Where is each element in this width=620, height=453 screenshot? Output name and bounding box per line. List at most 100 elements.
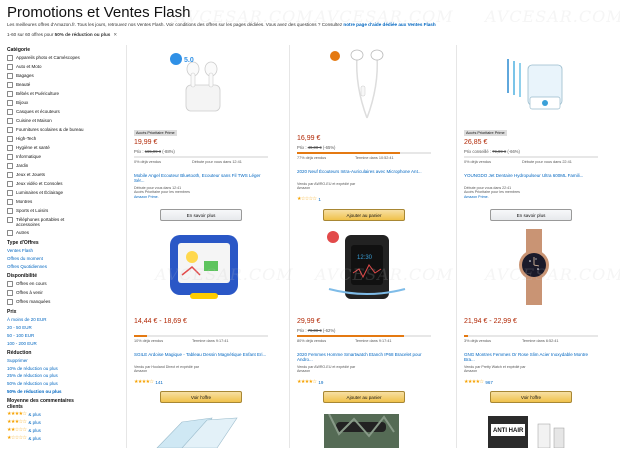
- deal-action-button[interactable]: Voir l'offre: [160, 391, 242, 403]
- category-filter[interactable]: Luminaires et Éclairage: [7, 190, 87, 197]
- page-subtitle: Les meilleures offres d'Amazon.fr. Tous …: [7, 22, 436, 27]
- checkbox-icon[interactable]: [7, 154, 13, 161]
- rating-filter[interactable]: ★★☆☆☆ & plus: [7, 427, 87, 433]
- checkbox-icon[interactable]: [7, 118, 13, 125]
- availability-filter[interactable]: Offres à venir: [7, 290, 87, 297]
- category-filter[interactable]: Hygiène et santé: [7, 145, 87, 152]
- checkbox-icon[interactable]: [7, 127, 13, 134]
- star-rating-icon: ★★★★☆: [464, 379, 484, 385]
- category-filter[interactable]: Bijoux: [7, 100, 87, 107]
- category-filter[interactable]: High-Tech: [7, 136, 87, 143]
- star-rating-icon: ★★★★☆: [134, 379, 154, 385]
- checkbox-icon[interactable]: [7, 82, 13, 89]
- product-title-link[interactable]: 2020 Neuf Écouteurs Intra-Auriculaires a…: [297, 169, 431, 174]
- category-filter[interactable]: Jeux vidéo et Consoles: [7, 181, 87, 188]
- rating-filter[interactable]: ★☆☆☆☆ & plus: [7, 435, 87, 441]
- product-rating[interactable]: ★★★★☆ 19: [297, 379, 323, 385]
- help-link[interactable]: notre page d'aide dédiée aux Ventes Flas…: [343, 22, 435, 27]
- product-rating[interactable]: ★☆☆☆☆ 1: [297, 196, 321, 202]
- product-title-link[interactable]: SGILE Ardoise Magique - Tableau Dessin M…: [134, 352, 268, 357]
- checkbox-icon[interactable]: [7, 109, 13, 116]
- product-title-link[interactable]: YOUNGDO Jet Dentaire Hydropulseur Ultra …: [464, 173, 598, 178]
- product-image-row3-3[interactable]: ANTI HAIR: [476, 414, 576, 449]
- category-filter[interactable]: Appareils photo et Caméscopes: [7, 55, 87, 62]
- checkbox-icon[interactable]: [7, 199, 13, 206]
- product-image[interactable]: [464, 45, 604, 123]
- checkbox-icon[interactable]: [7, 299, 13, 306]
- checkbox-icon[interactable]: [7, 91, 13, 98]
- product-image[interactable]: [134, 228, 274, 306]
- category-filter[interactable]: Jardin: [7, 162, 87, 170]
- checkbox-icon[interactable]: [7, 100, 13, 107]
- price-link[interactable]: 100 - 200 EUR: [7, 341, 87, 346]
- offer-type-link[interactable]: Offres Quotidiennes: [7, 264, 87, 269]
- reduction-link[interactable]: 10% de réduction ou plus: [7, 366, 87, 371]
- availability-header: Disponibilité: [7, 272, 37, 279]
- category-filter[interactable]: Bébés et Puériculture: [7, 91, 87, 98]
- availability-filter[interactable]: Offres manquées: [7, 299, 87, 306]
- product-title-link[interactable]: 2020 Femmes Homme Smartwatch Etanch IP68…: [297, 352, 431, 362]
- product-image[interactable]: [464, 228, 604, 306]
- checkbox-icon[interactable]: [7, 145, 13, 152]
- category-filter[interactable]: Cuisine et Maison: [7, 118, 87, 125]
- reduction-link[interactable]: 50% de réduction ou plus: [7, 381, 87, 386]
- product-image-row3-1[interactable]: [152, 414, 247, 449]
- checkbox-icon[interactable]: [7, 281, 13, 288]
- category-filter[interactable]: Téléphones portables et accessoires: [7, 217, 87, 227]
- price-link[interactable]: 20 - 50 EUR: [7, 325, 87, 330]
- product-image[interactable]: 12:30: [297, 228, 437, 306]
- product-title-link[interactable]: Mobile Angel Ecouteur Bluetooth, Ecouteu…: [134, 173, 268, 183]
- reduction-link[interactable]: 50% de réduction ou plus: [7, 389, 87, 394]
- category-filter[interactable]: Auto et Moto: [7, 64, 87, 71]
- star-rating-icon: ★★★★☆: [297, 379, 317, 385]
- product-title-link[interactable]: GNG Montres Femmes Or Rose Slim Acier In…: [464, 352, 598, 362]
- filter-label: Beauté: [16, 81, 31, 87]
- price-link[interactable]: 50 - 100 EUR: [7, 333, 87, 338]
- product-image[interactable]: [297, 45, 437, 123]
- category-filter[interactable]: Bagages: [7, 73, 87, 80]
- availability-filter[interactable]: Offres en cours: [7, 281, 87, 288]
- checkbox-icon[interactable]: [7, 190, 13, 197]
- checkbox-icon[interactable]: [7, 181, 13, 188]
- category-filter[interactable]: Fournitures scolaires & de bureau: [7, 127, 87, 134]
- checkbox-icon[interactable]: [7, 64, 13, 71]
- checkbox-icon[interactable]: [7, 55, 13, 62]
- category-filter[interactable]: Jeux et Jouets: [7, 172, 87, 179]
- checkbox-icon[interactable]: [7, 208, 13, 215]
- category-filter[interactable]: Sports et Loisirs: [7, 208, 87, 215]
- product-image-row3-2[interactable]: [314, 413, 409, 448]
- deal-action-button[interactable]: Ajouter au panier: [323, 209, 405, 221]
- product-rating[interactable]: ★★★★☆ 967: [464, 379, 493, 385]
- checkbox-icon[interactable]: [7, 230, 13, 237]
- deal-action-button[interactable]: En savoir plus: [160, 209, 242, 221]
- deal-action-button[interactable]: En savoir plus: [490, 209, 572, 221]
- offer-type-link[interactable]: Offres du moment: [7, 256, 87, 261]
- list-price: Prix : 165,99 € (-88%): [134, 149, 175, 154]
- category-filter[interactable]: Informatique: [7, 154, 87, 161]
- deal-action-button[interactable]: Voir l'offre: [490, 391, 572, 403]
- rating-filter[interactable]: ★★★☆☆ & plus: [7, 419, 87, 425]
- claimed-progress-fill: [464, 335, 469, 337]
- checkbox-icon[interactable]: [7, 73, 13, 80]
- checkbox-icon[interactable]: [7, 136, 13, 143]
- checkbox-icon[interactable]: [7, 172, 13, 179]
- checkbox-icon[interactable]: [7, 217, 13, 224]
- category-filter[interactable]: Beauté: [7, 81, 87, 89]
- reduction-link[interactable]: Supprimer: [7, 358, 87, 363]
- category-filter[interactable]: Autres: [7, 230, 87, 237]
- clear-filter-icon[interactable]: ✕: [113, 32, 117, 37]
- product-rating[interactable]: ★★★★☆ 141: [134, 379, 163, 385]
- product-image[interactable]: 5.0: [134, 45, 274, 123]
- offer-type-link[interactable]: Ventes Flash: [7, 248, 87, 253]
- deal-meta: 80% déjà vendus Termine dans 9:17:41: [297, 339, 431, 351]
- reduction-link[interactable]: 25% de réduction ou plus: [7, 373, 87, 378]
- rating-filter[interactable]: ★★★★☆ & plus: [7, 412, 87, 418]
- rating-count: 967: [485, 379, 493, 385]
- checkbox-icon[interactable]: [7, 163, 13, 170]
- category-filter[interactable]: Casques et écouteurs: [7, 109, 87, 116]
- deal-action-button[interactable]: Ajouter au panier: [323, 391, 405, 403]
- price-link[interactable]: À moins de 20 EUR: [7, 317, 87, 322]
- checkbox-icon[interactable]: [7, 290, 13, 297]
- category-filter[interactable]: Montres: [7, 199, 87, 206]
- filter-label: Jardin: [16, 162, 29, 168]
